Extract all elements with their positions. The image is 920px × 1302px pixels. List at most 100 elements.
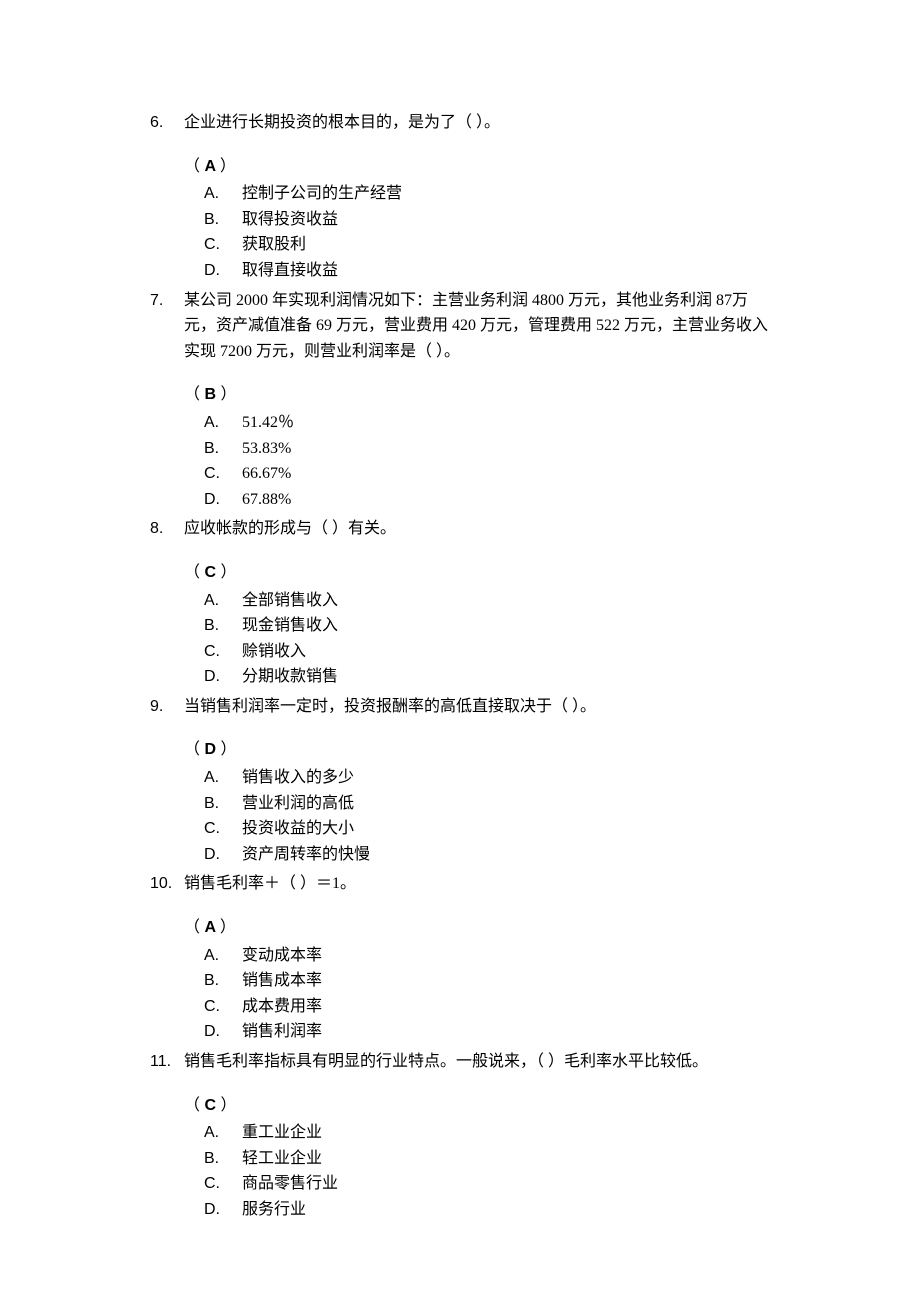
- question: 10.销售毛利率＋（ ）＝1。（ A ）A.变动成本率B.销售成本率C.成本费用…: [150, 871, 770, 1045]
- question-header: 10.销售毛利率＋（ ）＝1。: [150, 871, 770, 897]
- option-label: D.: [204, 1019, 242, 1045]
- option: D.服务行业: [204, 1197, 770, 1223]
- answer-letter: C: [200, 564, 220, 581]
- answer-line: （ D ）: [184, 737, 770, 763]
- option: C.赊销收入: [204, 639, 770, 665]
- option: C.获取股利: [204, 232, 770, 258]
- options-list: A.控制子公司的生产经营B.取得投资收益C.获取股利D.取得直接收益: [204, 181, 770, 283]
- option-label: B.: [204, 436, 242, 462]
- paren-left: （: [184, 386, 200, 403]
- option-label: D.: [204, 664, 242, 690]
- option-label: D.: [204, 487, 242, 513]
- option-text: 成本费用率: [242, 994, 770, 1020]
- question: 9.当销售利润率一定时，投资报酬率的高低直接取决于（ ）。（ D ）A.销售收入…: [150, 694, 770, 868]
- option-text: 重工业企业: [242, 1120, 770, 1146]
- option-text: 66.67%: [242, 461, 770, 487]
- options-list: A.51.42％B.53.83%C.66.67%D.67.88%: [204, 410, 770, 512]
- answer-line: （ C ）: [184, 1093, 770, 1119]
- option: A.控制子公司的生产经营: [204, 181, 770, 207]
- option: D.资产周转率的快慢: [204, 842, 770, 868]
- question-text: 应收帐款的形成与（ ）有关。: [184, 516, 770, 542]
- option-text: 资产周转率的快慢: [242, 842, 770, 868]
- answer-line: （ B ）: [184, 382, 770, 408]
- option-label: C.: [204, 816, 242, 842]
- option-label: B.: [204, 613, 242, 639]
- paren-right: ）: [220, 386, 236, 403]
- paren-right: ）: [220, 1097, 236, 1114]
- option: C.成本费用率: [204, 994, 770, 1020]
- option-label: B.: [204, 1146, 242, 1172]
- option: B.轻工业企业: [204, 1146, 770, 1172]
- option: B.营业利润的高低: [204, 791, 770, 817]
- question-text: 当销售利润率一定时，投资报酬率的高低直接取决于（ ）。: [184, 694, 770, 720]
- answer-letter: B: [200, 386, 220, 403]
- option: A.51.42％: [204, 410, 770, 436]
- option: B.取得投资收益: [204, 207, 770, 233]
- options-list: A.变动成本率B.销售成本率C.成本费用率D.销售利润率: [204, 943, 770, 1045]
- question-header: 11.销售毛利率指标具有明显的行业特点。一般说来，（ ）毛利率水平比较低。: [150, 1049, 770, 1075]
- question-number: 7.: [150, 288, 184, 314]
- option-text: 现金销售收入: [242, 613, 770, 639]
- question-header: 8.应收帐款的形成与（ ）有关。: [150, 516, 770, 542]
- option-label: B.: [204, 791, 242, 817]
- answer-line: （ C ）: [184, 560, 770, 586]
- answer-letter: D: [200, 741, 220, 758]
- question-text: 某公司 2000 年实现利润情况如下：主营业务利润 4800 万元，其他业务利润…: [184, 288, 770, 365]
- option: A.重工业企业: [204, 1120, 770, 1146]
- option-label: B.: [204, 968, 242, 994]
- question-number: 10.: [150, 871, 184, 897]
- option: B.销售成本率: [204, 968, 770, 994]
- paren-left: （: [184, 741, 200, 758]
- option: C.66.67%: [204, 461, 770, 487]
- option-text: 分期收款销售: [242, 664, 770, 690]
- option: D.分期收款销售: [204, 664, 770, 690]
- option-label: C.: [204, 994, 242, 1020]
- option-text: 全部销售收入: [242, 588, 770, 614]
- option-text: 商品零售行业: [242, 1171, 770, 1197]
- options-list: A.销售收入的多少B.营业利润的高低C.投资收益的大小D.资产周转率的快慢: [204, 765, 770, 867]
- option: C.投资收益的大小: [204, 816, 770, 842]
- option-label: C.: [204, 232, 242, 258]
- question: 11.销售毛利率指标具有明显的行业特点。一般说来，（ ）毛利率水平比较低。 （ C…: [150, 1049, 770, 1223]
- option-label: A.: [204, 1120, 242, 1146]
- option-label: A.: [204, 765, 242, 791]
- paren-right: ）: [220, 158, 236, 175]
- option-label: A.: [204, 943, 242, 969]
- question-header: 7.某公司 2000 年实现利润情况如下：主营业务利润 4800 万元，其他业务…: [150, 288, 770, 365]
- answer-letter: C: [200, 1097, 220, 1114]
- option-label: C.: [204, 1171, 242, 1197]
- option-text: 轻工业企业: [242, 1146, 770, 1172]
- paren-right: ）: [220, 564, 236, 581]
- option-label: C.: [204, 461, 242, 487]
- paren-right: ）: [220, 741, 236, 758]
- question-text: 销售毛利率＋（ ）＝1。: [184, 871, 770, 897]
- document-content: 6.企业进行长期投资的根本目的，是为了（ ）。（ A ）A.控制子公司的生产经营…: [150, 110, 770, 1223]
- paren-left: （: [184, 919, 200, 936]
- option-label: D.: [204, 842, 242, 868]
- option: A.销售收入的多少: [204, 765, 770, 791]
- options-list: A.全部销售收入B.现金销售收入C.赊销收入D.分期收款销售: [204, 588, 770, 690]
- option: D.67.88%: [204, 487, 770, 513]
- option-text: 67.88%: [242, 487, 770, 513]
- question-number: 9.: [150, 694, 184, 720]
- option-label: D.: [204, 1197, 242, 1223]
- option: A.全部销售收入: [204, 588, 770, 614]
- option-label: A.: [204, 181, 242, 207]
- option: D.取得直接收益: [204, 258, 770, 284]
- option-text: 取得直接收益: [242, 258, 770, 284]
- answer-letter: A: [200, 919, 220, 936]
- option: D.销售利润率: [204, 1019, 770, 1045]
- option-text: 销售利润率: [242, 1019, 770, 1045]
- option: B.现金销售收入: [204, 613, 770, 639]
- answer-line: （ A ）: [184, 915, 770, 941]
- option-text: 销售收入的多少: [242, 765, 770, 791]
- option-text: 营业利润的高低: [242, 791, 770, 817]
- option-text: 53.83%: [242, 436, 770, 462]
- answer-line: （ A ）: [184, 154, 770, 180]
- option-text: 赊销收入: [242, 639, 770, 665]
- option-text: 51.42％: [242, 410, 770, 436]
- question-header: 6.企业进行长期投资的根本目的，是为了（ ）。: [150, 110, 770, 136]
- option: A.变动成本率: [204, 943, 770, 969]
- paren-right: ）: [220, 919, 236, 936]
- option-label: A.: [204, 588, 242, 614]
